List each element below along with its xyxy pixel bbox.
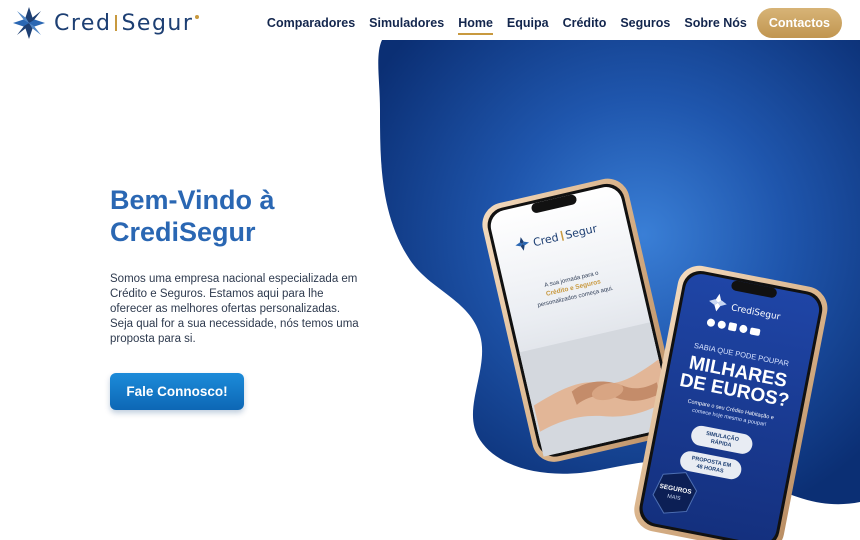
nav-equipa[interactable]: Equipa: [507, 10, 549, 36]
brand-registered-dot: [195, 14, 200, 19]
fale-connosco-button[interactable]: Fale Connosco!: [110, 373, 244, 410]
brand-wordmark: Cred Segur: [54, 10, 200, 36]
brand-name-part1: Cred: [54, 10, 112, 36]
brand-logo[interactable]: Cred Segur: [12, 6, 200, 40]
hero-title-line2: CrediSegur: [110, 217, 256, 247]
hero-title-line1: Bem-Vindo à: [110, 185, 275, 215]
contactos-button[interactable]: Contactos: [756, 8, 842, 38]
linkedin-icon: [728, 322, 737, 332]
nav-credito[interactable]: Crédito: [563, 10, 607, 36]
hero-section: Bem-Vindo à CrediSegur Somos uma empresa…: [110, 184, 380, 410]
brand-separator: [115, 15, 118, 31]
nav-seguros[interactable]: Seguros: [620, 10, 670, 36]
credisegur-star-icon: [13, 7, 45, 39]
main-nav: Comparadores Simuladores Home Equipa Cré…: [267, 8, 842, 38]
nav-comparadores[interactable]: Comparadores: [267, 10, 355, 36]
nav-sobre-nos[interactable]: Sobre Nós: [684, 10, 747, 36]
hero-title: Bem-Vindo à CrediSegur: [110, 184, 380, 248]
nav-simuladores[interactable]: Simuladores: [369, 10, 444, 36]
brand-name-part2: Segur: [121, 10, 194, 36]
nav-home[interactable]: Home: [458, 10, 493, 36]
hero-description: Somos uma empresa nacional especializada…: [110, 273, 359, 345]
hero-illustration: Cred Segur A sua jornada para o Crédito …: [360, 40, 860, 540]
